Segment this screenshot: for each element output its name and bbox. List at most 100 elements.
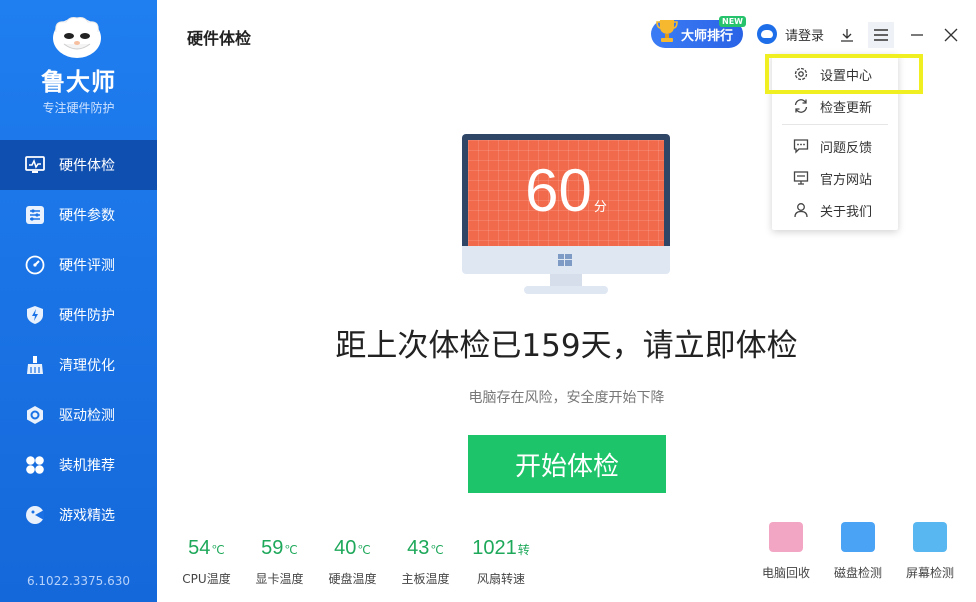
stat-value: 59 — [261, 537, 284, 559]
app-slogan: 专注硬件防护 — [42, 101, 115, 115]
tool-disk-check[interactable]: 磁盘检测 — [822, 522, 894, 581]
start-check-button[interactable]: 开始体检 — [468, 435, 666, 493]
sidebar-item-driver-check[interactable]: 驱动检测 — [0, 390, 157, 440]
stat-value: 40 — [334, 537, 357, 559]
login-label: 请登录 — [785, 28, 825, 44]
sidebar-item-label: 硬件防护 — [59, 308, 115, 324]
minimize-icon — [911, 34, 923, 36]
menu-item-label: 关于我们 — [820, 204, 873, 220]
close-button[interactable] — [938, 22, 964, 48]
gear-hex-icon — [24, 404, 46, 426]
stat-label: CPU温度 — [182, 572, 231, 586]
stat-unit: ℃ — [430, 543, 444, 557]
stat-unit: ℃ — [357, 543, 371, 557]
stat-value: 1021 — [472, 537, 517, 559]
monitor-stand — [550, 274, 582, 286]
menu-item-about[interactable]: 关于我们 — [772, 195, 898, 225]
sidebar-item-label: 装机推荐 — [59, 458, 115, 474]
tool-shortcuts: 电脑回收 磁盘检测 屏幕检测 — [750, 522, 966, 581]
stat-value: 43 — [407, 537, 430, 559]
menu-item-feedback[interactable]: 问题反馈 — [772, 131, 898, 161]
stat-disk-temp: 40℃ 硬盘温度 — [316, 536, 389, 587]
stat-label: 显卡温度 — [255, 572, 304, 586]
login-button[interactable]: 请登录 — [757, 24, 824, 44]
stat-label: 硬盘温度 — [328, 572, 377, 586]
score-value: 60 — [525, 157, 592, 224]
sensor-stats: 54℃ CPU温度 59℃ 显卡温度 40℃ 硬盘温度 43℃ 主板温度 102… — [170, 536, 540, 587]
menu-item-check-update[interactable]: 检查更新 — [772, 91, 898, 121]
stat-value: 54 — [188, 537, 211, 559]
disk-check-icon — [841, 522, 875, 552]
mascot-logo-icon — [53, 17, 101, 58]
check-headline: 距上次体检已159天，请立即体检 — [335, 328, 798, 364]
page-title: 硬件体检 — [187, 29, 252, 48]
menu-item-website[interactable]: 官方网站 — [772, 163, 898, 193]
menu-item-label: 检查更新 — [820, 100, 873, 116]
stat-label: 主板温度 — [401, 572, 450, 586]
tool-screen-check[interactable]: 屏幕检测 — [894, 522, 966, 581]
stat-fan-speed: 1021转 风扇转速 — [462, 536, 540, 587]
sliders-icon — [24, 204, 46, 226]
stat-board-temp: 43℃ 主板温度 — [389, 536, 462, 587]
tool-pc-recycle[interactable]: 电脑回收 — [750, 522, 822, 581]
monitor-base — [524, 286, 608, 294]
download-button[interactable] — [834, 22, 860, 48]
tool-label: 屏幕检测 — [905, 566, 954, 580]
monitor-frame: 60 分 — [462, 134, 670, 250]
refresh-icon — [792, 97, 810, 115]
sidebar: 鲁大师 专注硬件防护 硬件体检 硬件参数 硬件评测 硬件防护 清理优化 驱动检测… — [0, 0, 157, 602]
sidebar-nav: 硬件体检 硬件参数 硬件评测 硬件防护 清理优化 驱动检测 装机推荐 游戏精选 — [0, 140, 157, 540]
sidebar-item-hardware-params[interactable]: 硬件参数 — [0, 190, 157, 240]
score-unit: 分 — [593, 199, 607, 214]
sidebar-item-hardware-benchmark[interactable]: 硬件评测 — [0, 240, 157, 290]
risk-subline: 电脑存在风险，安全度开始下降 — [468, 390, 665, 406]
rank-label: 大师排行 — [681, 28, 734, 44]
sidebar-item-label: 硬件评测 — [59, 258, 115, 274]
gamepad-icon — [24, 504, 46, 526]
stat-cpu-temp: 54℃ CPU温度 — [170, 536, 243, 587]
sidebar-item-cleanup[interactable]: 清理优化 — [0, 340, 157, 390]
user-avatar-icon — [757, 24, 777, 44]
sidebar-item-label: 硬件参数 — [59, 208, 115, 224]
menu-button[interactable] — [868, 22, 894, 48]
menu-item-label: 官方网站 — [820, 172, 873, 188]
broom-icon — [24, 354, 46, 376]
sidebar-item-games[interactable]: 游戏精选 — [0, 490, 157, 540]
monitor-pulse-icon — [24, 154, 46, 176]
tool-label: 磁盘检测 — [833, 566, 882, 580]
app-name: 鲁大师 — [41, 68, 116, 96]
stat-gpu-temp: 59℃ 显卡温度 — [243, 536, 316, 587]
sidebar-item-hardware-check[interactable]: 硬件体检 — [0, 140, 157, 190]
score-display: 60 分 — [468, 160, 664, 238]
version-label: 6.1022.3375.630 — [26, 574, 131, 588]
minimize-button[interactable] — [904, 22, 930, 48]
download-icon — [841, 29, 853, 42]
sidebar-item-label: 驱动检测 — [59, 408, 115, 424]
score-monitor: 60 分 — [462, 134, 670, 296]
windows-logo-icon — [558, 254, 572, 266]
stat-label: 风扇转速 — [476, 572, 525, 586]
score-screen: 60 分 — [468, 140, 664, 246]
tool-label: 电脑回收 — [761, 566, 810, 580]
user-icon — [792, 201, 810, 219]
stat-unit: ℃ — [211, 543, 225, 557]
sidebar-item-label: 游戏精选 — [59, 508, 115, 524]
recycle-icon — [769, 522, 803, 552]
stat-unit: ℃ — [284, 543, 298, 557]
chat-icon — [792, 137, 810, 155]
settings-highlight-box — [765, 54, 923, 94]
menu-item-label: 问题反馈 — [820, 140, 873, 156]
trophy-icon — [656, 20, 678, 42]
speedometer-icon — [24, 254, 46, 276]
sidebar-item-build-recommend[interactable]: 装机推荐 — [0, 440, 157, 490]
monitor-icon — [792, 169, 810, 187]
hamburger-icon — [874, 29, 888, 41]
sidebar-item-hardware-protection[interactable]: 硬件防护 — [0, 290, 157, 340]
screen-check-icon — [913, 522, 947, 552]
sidebar-item-label: 清理优化 — [59, 358, 115, 374]
stat-unit: 转 — [517, 543, 530, 557]
new-badge: NEW — [719, 16, 746, 27]
menu-divider — [782, 124, 888, 125]
close-icon — [944, 28, 958, 42]
grid-petals-icon — [24, 454, 46, 476]
